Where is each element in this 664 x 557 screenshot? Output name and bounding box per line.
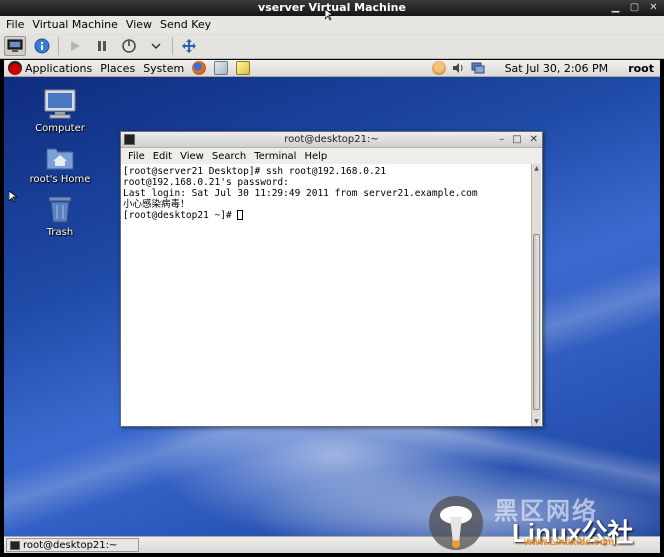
applications-menu[interactable]: Applications — [4, 61, 96, 75]
terminal-menu-view[interactable]: View — [176, 151, 208, 162]
places-menu-label: Places — [100, 61, 136, 75]
desktop-icon-trash[interactable]: Trash — [25, 194, 95, 238]
system-menu[interactable]: System — [139, 62, 188, 75]
terminal-menu-help[interactable]: Help — [300, 151, 331, 162]
applications-menu-label: Applications — [25, 61, 93, 75]
computer-icon — [44, 89, 76, 119]
places-menu[interactable]: Places — [96, 62, 139, 75]
terminal-icon — [124, 134, 135, 145]
pause-icon — [98, 40, 106, 51]
notes-icon — [236, 61, 251, 75]
desktop-icon-home[interactable]: root's Home — [25, 143, 95, 185]
terminal-menu-terminal[interactable]: Terminal — [250, 151, 300, 162]
scroll-up-arrow-icon[interactable]: ▲ — [532, 164, 541, 173]
linuxidc-watermark: 黑区网络 Linux公社 www.Linuxidc.com — [424, 491, 660, 553]
run-button[interactable] — [64, 36, 86, 56]
mouse-pointer-icon — [325, 9, 334, 21]
host-toolbar — [0, 33, 664, 59]
terminal-line: 小心感染病毒！ — [123, 199, 190, 210]
penguin-logo-icon — [429, 496, 483, 550]
toolbar-separator — [172, 36, 173, 55]
user-menu-label[interactable]: root — [628, 62, 654, 75]
taskbar-item-label: root@desktop21:~ — [23, 539, 118, 551]
maximize-icon[interactable]: ▢ — [628, 1, 641, 14]
fullscreen-button[interactable] — [178, 36, 200, 56]
shutdown-button[interactable] — [118, 36, 140, 56]
fullscreen-icon — [182, 38, 196, 53]
gnome-top-panel: Applications Places System Sat Jul 30, 2… — [4, 60, 660, 77]
terminal-menu-file[interactable]: File — [124, 151, 149, 162]
terminal-prompt-line: [root@desktop21 ~]# — [123, 210, 529, 221]
terminal-scrollbar[interactable]: ▲ ▼ — [531, 164, 541, 426]
notes-launcher[interactable] — [232, 61, 254, 75]
desktop-icon-computer[interactable]: Computer — [25, 88, 95, 134]
run-icon — [71, 40, 80, 51]
system-menu-label: System — [143, 61, 185, 75]
trash-icon — [48, 196, 72, 223]
console-button[interactable] — [4, 35, 26, 56]
terminal-menubar: File Edit View Search Terminal Help — [121, 148, 542, 164]
details-button[interactable] — [31, 36, 53, 56]
redhat-logo-icon — [8, 61, 22, 75]
user-status-icon[interactable] — [431, 61, 446, 75]
terminal-menu-edit[interactable]: Edit — [149, 151, 176, 162]
dropdown-chevron-icon — [151, 42, 161, 49]
scroll-down-arrow-icon[interactable]: ▼ — [532, 417, 541, 426]
taskbar-item-terminal[interactable]: root@desktop21:~ — [6, 538, 139, 552]
shutdown-dropdown-button[interactable] — [145, 36, 167, 56]
desktop-icon-label: Computer — [35, 123, 85, 134]
shutdown-icon — [122, 38, 136, 53]
details-info-icon — [34, 38, 50, 53]
minimize-icon[interactable]: ▁ — [609, 1, 622, 14]
desktop-icon-label: Trash — [46, 227, 74, 238]
volume-icon[interactable] — [452, 62, 465, 74]
scrollbar-thumb[interactable] — [533, 234, 540, 410]
terminal-minimize-icon[interactable]: – — [499, 132, 504, 148]
mail-launcher[interactable] — [210, 61, 232, 75]
terminal-menu-search[interactable]: Search — [208, 151, 250, 162]
host-menu-view[interactable]: View — [122, 18, 156, 31]
terminal-output[interactable]: [root@server21 Desktop]# ssh root@192.16… — [121, 164, 531, 426]
terminal-line: Last login: Sat Jul 30 11:29:49 2011 fro… — [123, 188, 478, 199]
pause-button[interactable] — [91, 36, 113, 56]
console-icon — [7, 39, 23, 52]
terminal-title: root@desktop21:~ — [284, 134, 379, 145]
mail-icon — [214, 61, 229, 75]
desktop-icon-label: root's Home — [29, 174, 91, 185]
terminal-maximize-icon[interactable]: □ — [512, 132, 521, 148]
host-menu-virtual-machine[interactable]: Virtual Machine — [28, 18, 122, 31]
firefox-launcher[interactable] — [188, 61, 210, 75]
watermark-brand-url: www.Linuxidc.com — [524, 537, 615, 548]
terminal-line: [root@server21 Desktop]# ssh root@192.16… — [123, 166, 387, 177]
host-menu-file[interactable]: File — [2, 18, 28, 31]
host-menu-send-key[interactable]: Send Key — [156, 18, 215, 31]
network-icon[interactable] — [471, 62, 485, 74]
terminal-title-bar[interactable]: root@desktop21:~ – □ ✕ — [121, 132, 542, 148]
terminal-close-icon[interactable]: ✕ — [530, 132, 538, 148]
mouse-pointer-icon — [9, 191, 18, 203]
close-icon[interactable]: ✕ — [647, 1, 660, 14]
terminal-cursor — [237, 210, 244, 220]
firefox-icon — [192, 61, 207, 75]
toolbar-separator — [58, 36, 59, 55]
guest-desktop[interactable]: Applications Places System Sat Jul 30, 2… — [4, 60, 660, 553]
terminal-prompt: [root@desktop21 ~]# — [123, 210, 238, 221]
terminal-line: root@192.168.0.21's password: — [123, 177, 289, 188]
clock-label[interactable]: Sat Jul 30, 2:06 PM — [505, 62, 609, 75]
terminal-window[interactable]: root@desktop21:~ – □ ✕ File Edit View Se… — [120, 131, 543, 427]
home-folder-icon — [46, 148, 74, 170]
terminal-task-icon — [10, 540, 20, 550]
